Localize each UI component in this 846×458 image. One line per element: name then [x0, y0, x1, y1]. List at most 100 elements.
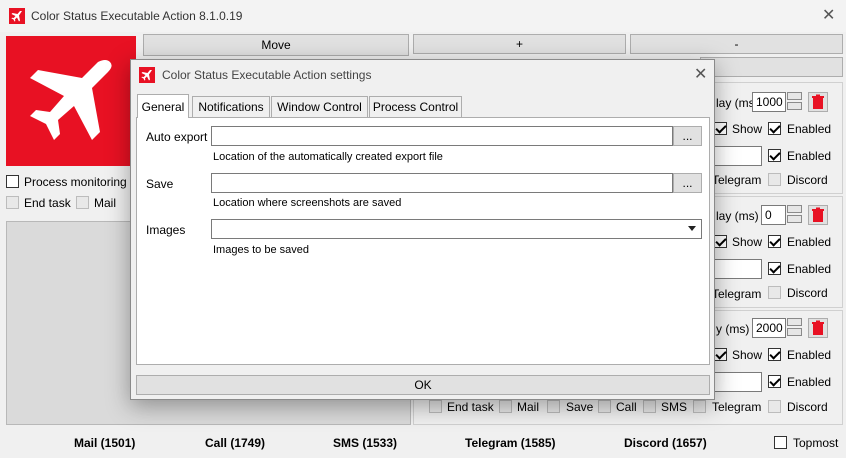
secondary-bar-button[interactable]: [700, 57, 843, 77]
telegram-label-2: Telegram: [712, 287, 762, 301]
minus-button[interactable]: -: [630, 34, 843, 54]
delete-button-1[interactable]: [808, 92, 828, 112]
logo-plane: [6, 36, 136, 166]
call-label-3: Call: [616, 400, 637, 414]
discord-checkbox-1[interactable]: [768, 173, 781, 186]
delay-input-1[interactable]: 1000: [752, 92, 786, 112]
end-task-label-3: End task: [447, 400, 494, 414]
end-task-checkbox-3[interactable]: [429, 400, 442, 413]
enabled-label-2b: Enabled: [787, 262, 832, 276]
show-checkbox-3[interactable]: [714, 348, 727, 361]
save-path-browse-button[interactable]: ...: [673, 173, 702, 193]
delay-label-3: y (ms): [716, 322, 750, 336]
settings-dialog: Color Status Executable Action settings …: [130, 59, 715, 400]
trash-icon: [812, 207, 824, 222]
save-label-3: Save: [566, 400, 594, 414]
discord-checkbox-3[interactable]: [768, 400, 781, 413]
dialog-close-icon[interactable]: ✕: [694, 67, 707, 83]
tab-window-control[interactable]: Window Control: [271, 96, 368, 117]
window-close-icon[interactable]: ✕: [822, 8, 835, 24]
text-input-2[interactable]: [712, 259, 762, 279]
chevron-down-icon: [688, 226, 696, 231]
move-button[interactable]: Move: [143, 34, 409, 56]
delete-button-2[interactable]: [808, 205, 828, 225]
mail-label: Mail: [94, 196, 117, 210]
telegram-label-1: Telegram: [712, 173, 762, 187]
status-discord: Discord (1657): [624, 436, 707, 450]
tab-process-control[interactable]: Process Control: [369, 96, 462, 117]
save-checkbox-3[interactable]: [547, 400, 560, 413]
mail-checkbox[interactable]: [76, 196, 89, 209]
topmost-checkbox[interactable]: [774, 436, 787, 449]
show-checkbox-2[interactable]: [714, 235, 727, 248]
main-titlebar: Color Status Executable Action 8.1.0.19 …: [0, 0, 846, 32]
enabled-label-1b: Enabled: [787, 149, 832, 163]
delay-down-icon-3[interactable]: [787, 328, 802, 336]
status-sms: SMS (1533): [333, 436, 398, 450]
delay-up-icon-2[interactable]: [787, 205, 802, 213]
dialog-plane-icon: [139, 67, 155, 83]
trash-icon: [812, 94, 824, 109]
save-path-hint: Location where screenshots are saved: [213, 197, 402, 209]
show-checkbox-1[interactable]: [714, 122, 727, 135]
auto-export-input[interactable]: [211, 126, 673, 146]
auto-export-label: Auto export: [146, 130, 208, 144]
telegram-checkbox-3[interactable]: [693, 400, 706, 413]
delete-button-3[interactable]: [808, 318, 828, 338]
mail-label-3: Mail: [517, 400, 540, 414]
delay-down-icon-1[interactable]: [787, 102, 802, 110]
tab-general[interactable]: General: [137, 94, 189, 118]
process-monitoring-checkbox[interactable]: [6, 175, 19, 188]
end-task-checkbox[interactable]: [6, 196, 19, 209]
enabled-label-3b: Enabled: [787, 375, 832, 389]
delay-input-2[interactable]: 0: [761, 205, 786, 225]
show-label-3: Show: [732, 348, 763, 362]
general-tab-page: Auto export ... Location of the automati…: [136, 117, 710, 365]
ok-button[interactable]: OK: [136, 375, 710, 395]
end-task-label: End task: [24, 196, 71, 210]
enabled-checkbox-3a[interactable]: [768, 348, 781, 361]
text-input-3[interactable]: [712, 372, 762, 392]
tab-notifications[interactable]: Notifications: [192, 96, 270, 117]
images-label: Images: [146, 223, 186, 237]
plus-button[interactable]: +: [413, 34, 626, 54]
images-dropdown[interactable]: [211, 219, 702, 239]
sms-label-3: SMS: [661, 400, 688, 414]
telegram-label-3: Telegram: [712, 400, 762, 414]
discord-label-2: Discord: [787, 286, 828, 300]
images-hint: Images to be saved: [213, 244, 310, 256]
delay-value-2: 0: [765, 208, 772, 222]
enabled-checkbox-1a[interactable]: [768, 122, 781, 135]
app-plane-icon: [9, 8, 25, 24]
delay-up-icon-1[interactable]: [787, 92, 802, 100]
delay-value-3: 2000: [756, 321, 783, 335]
enabled-checkbox-1b[interactable]: [768, 149, 781, 162]
show-label-2: Show: [732, 235, 763, 249]
delay-up-icon-3[interactable]: [787, 318, 802, 326]
text-input-1[interactable]: [712, 146, 762, 166]
trash-icon: [812, 320, 824, 335]
process-monitoring-label: Process monitoring: [24, 175, 127, 189]
delay-down-icon-2[interactable]: [787, 215, 802, 223]
status-call: Call (1749): [205, 436, 266, 450]
enabled-checkbox-2a[interactable]: [768, 235, 781, 248]
auto-export-hint: Location of the automatically created ex…: [213, 151, 443, 163]
discord-label-3: Discord: [787, 400, 828, 414]
discord-label-1: Discord: [787, 173, 828, 187]
window-title: Color Status Executable Action 8.1.0.19: [31, 9, 243, 23]
enabled-checkbox-3b[interactable]: [768, 375, 781, 388]
mail-checkbox-3[interactable]: [499, 400, 512, 413]
discord-checkbox-2[interactable]: [768, 286, 781, 299]
status-telegram: Telegram (1585): [465, 436, 556, 450]
show-label-1: Show: [732, 122, 763, 136]
save-path-input[interactable]: [211, 173, 673, 193]
enabled-label-1a: Enabled: [787, 122, 832, 136]
sms-checkbox-3[interactable]: [643, 400, 656, 413]
delay-input-3[interactable]: 2000: [752, 318, 786, 338]
status-mail: Mail (1501): [74, 436, 136, 450]
save-path-label: Save: [146, 177, 174, 191]
delay-label-2: lay (ms): [716, 209, 759, 223]
call-checkbox-3[interactable]: [598, 400, 611, 413]
enabled-checkbox-2b[interactable]: [768, 262, 781, 275]
auto-export-browse-button[interactable]: ...: [673, 126, 702, 146]
